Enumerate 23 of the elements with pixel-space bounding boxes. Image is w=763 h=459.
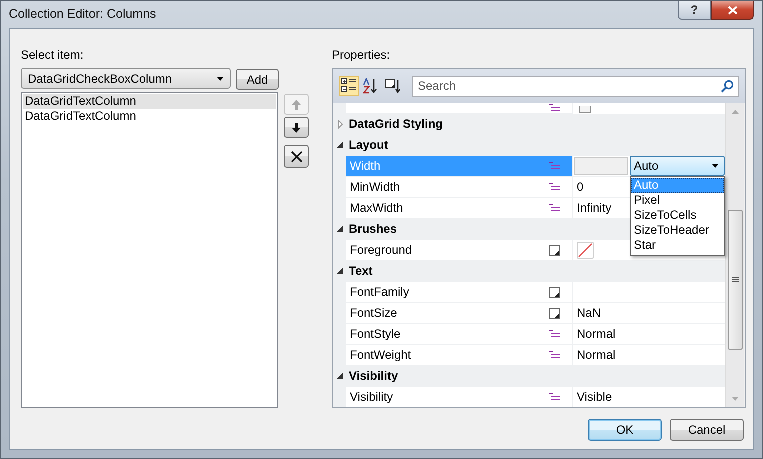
property-value: NaN bbox=[577, 306, 602, 320]
property-value: Visible bbox=[577, 390, 612, 404]
select-item-label: Select item: bbox=[21, 48, 85, 62]
window-title: Collection Editor: Columns bbox=[9, 7, 156, 21]
property-name: MaxWidth bbox=[350, 201, 404, 215]
property-name: MinWidth bbox=[350, 180, 400, 194]
category-label: Text bbox=[349, 264, 373, 278]
property-value: Normal bbox=[577, 348, 616, 362]
property-name: FontStyle bbox=[350, 327, 401, 341]
category-label: Brushes bbox=[349, 222, 398, 236]
property-name: Foreground bbox=[350, 243, 412, 257]
property-name: Width bbox=[350, 159, 381, 173]
properties-label: Properties: bbox=[332, 48, 392, 62]
property-value: 0 bbox=[577, 180, 584, 194]
category-label: Visibility bbox=[349, 369, 398, 383]
property-name: FontSize bbox=[350, 306, 398, 320]
property-name: FontWeight bbox=[350, 348, 412, 362]
property-name: FontFamily bbox=[350, 285, 410, 299]
property-name: Visibility bbox=[350, 390, 394, 404]
property-value: Normal bbox=[577, 327, 616, 341]
property-value: Infinity bbox=[577, 201, 612, 215]
category-label: DataGrid Styling bbox=[349, 117, 444, 131]
category-label: Layout bbox=[349, 138, 388, 152]
